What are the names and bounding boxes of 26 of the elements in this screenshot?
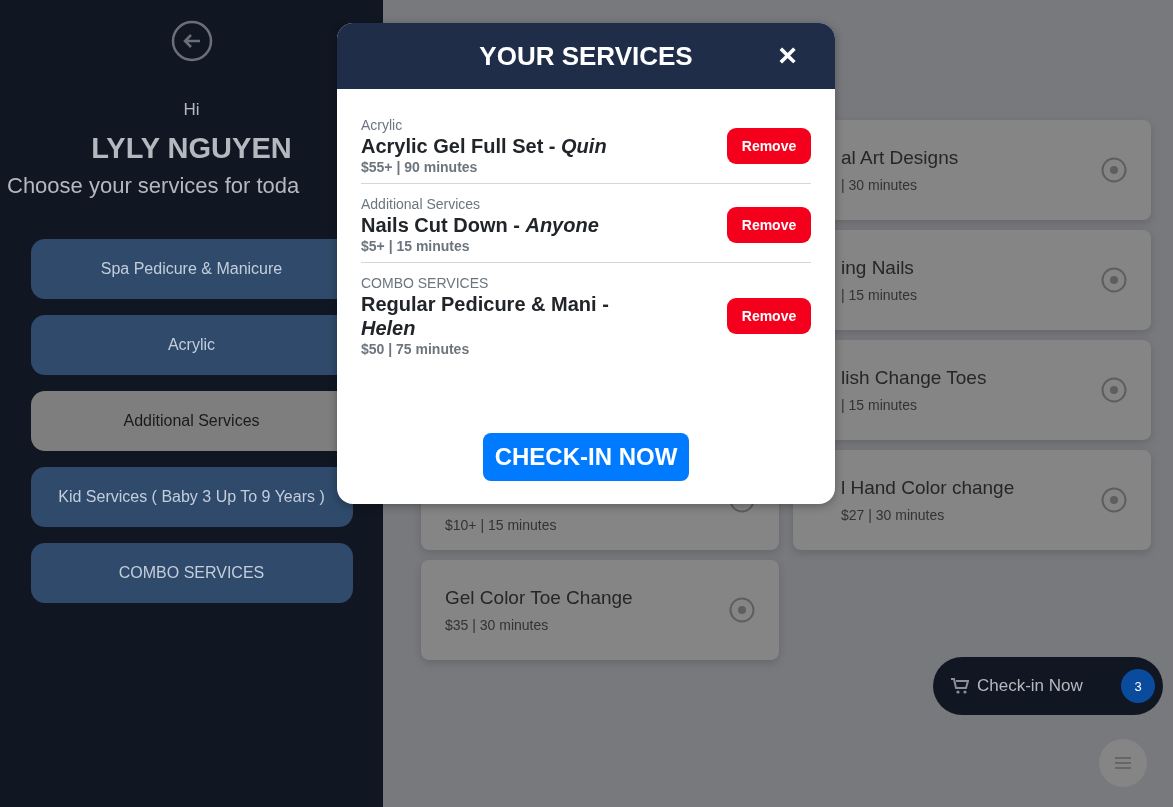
service-name: Gel Color Toe Change: [445, 587, 633, 609]
count-badge: 3: [1121, 669, 1155, 703]
modal-title: YOUR SERVICES: [479, 40, 693, 72]
service-title: Acrylic Gel Full Set - Quin: [361, 134, 607, 158]
item-category: Additional Services: [361, 196, 482, 212]
check-in-label: Check-in Now: [977, 676, 1083, 696]
service-price: $10+ | 15 minutes: [445, 517, 557, 533]
item-category: Acrylic: [361, 117, 404, 133]
service-details: $55+ | 90 minutes: [361, 159, 479, 175]
service-title: Nails Cut Down - Anyone: [361, 213, 599, 237]
service-price: | 30 minutes: [841, 177, 918, 193]
service-price: $27 | 30 minutes: [841, 507, 946, 523]
service-details: $50 | 75 minutes: [361, 341, 471, 357]
prompt-text: Choose your services for toda: [6, 173, 300, 199]
service-name: al Art Designs: [841, 147, 959, 169]
service-title: Regular Pedicure & Mani - Helen: [361, 292, 610, 340]
service-price: | 15 minutes: [841, 287, 917, 303]
item-category: COMBO SERVICES: [361, 275, 490, 291]
service-name: ing Nails: [841, 257, 915, 279]
service-name: lish Change Toes: [841, 367, 987, 389]
service-price: $35 | 30 minutes: [445, 617, 550, 633]
service-details: $5+ | 15 minutes: [361, 238, 471, 254]
service-price: | 15 minutes: [841, 397, 918, 413]
service-name: l Hand Color change: [841, 477, 1015, 499]
greeting: Hi: [183, 100, 200, 120]
customer-name: LYLY NGUYEN: [91, 132, 292, 165]
